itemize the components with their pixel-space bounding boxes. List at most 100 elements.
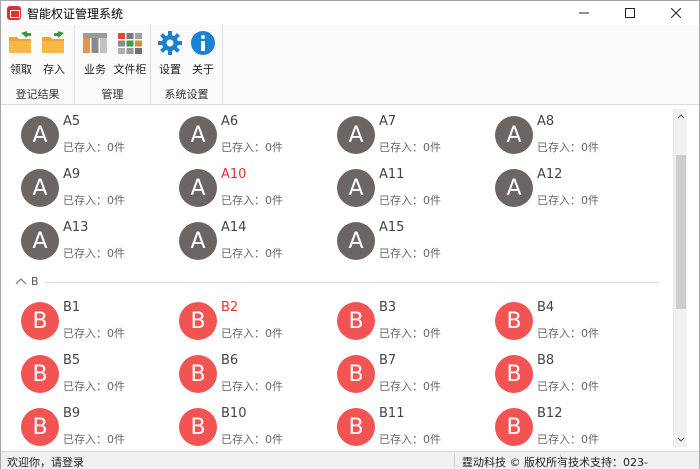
card-a5[interactable]: A A5 已存入：0件 (9, 109, 159, 157)
card-b8[interactable]: B B8 已存入：0件 (483, 348, 633, 396)
avatar: A (495, 116, 533, 154)
card-name: A9 (63, 167, 81, 182)
scroll-up-button[interactable] (674, 109, 688, 123)
content-panel: A A5 已存入：0件 A A6 已存入：0件 A A7 已存入：0件 A A8… (9, 109, 671, 447)
card-name: A13 (63, 220, 89, 235)
avatar: A (179, 116, 217, 154)
avatar: B (21, 302, 59, 340)
card-count: 已存入：0件 (379, 433, 441, 446)
close-icon (671, 8, 681, 18)
card-a14[interactable]: A A14 已存入：0件 (167, 215, 317, 263)
minimize-icon (579, 12, 589, 14)
folder-in-icon (40, 29, 68, 57)
card-count: 已存入：0件 (537, 141, 599, 154)
chevron-up-icon (677, 114, 685, 119)
close-button[interactable] (653, 1, 699, 25)
card-b7[interactable]: B B7 已存入：0件 (325, 348, 475, 396)
card-b12[interactable]: B B12 已存入：0件 (483, 401, 633, 447)
avatar: B (337, 408, 375, 446)
card-count: 已存入：0件 (221, 194, 283, 207)
avatar: A (337, 169, 375, 207)
deposit-label: 存入 (43, 63, 65, 76)
collect-label: 领取 (10, 63, 32, 76)
app-window: 智能权证管理系统 领取 存入 登记结果 业务 文件柜 管理 设置 关于 系统设置… (0, 0, 700, 469)
folder-out-icon (7, 29, 35, 57)
about-button[interactable]: 关于 (186, 29, 220, 77)
card-count: 已存入：0件 (63, 141, 125, 154)
avatar: A (179, 169, 217, 207)
card-count: 已存入：0件 (537, 380, 599, 393)
app-logo-icon (7, 6, 21, 20)
card-b11[interactable]: B B11 已存入：0件 (325, 401, 475, 447)
status-bar: 欢迎你，请登录 霆动科技 © 版权所有 技术支持：023-86581888 (1, 451, 699, 469)
scroll-down-button[interactable] (674, 433, 688, 447)
card-count: 已存入：0件 (379, 247, 441, 260)
card-b4[interactable]: B B4 已存入：0件 (483, 295, 633, 343)
avatar: A (21, 116, 59, 154)
business-button[interactable]: 业务 (78, 29, 112, 77)
card-b1[interactable]: B B1 已存入：0件 (9, 295, 159, 343)
card-b5[interactable]: B B5 已存入：0件 (9, 348, 159, 396)
card-b3[interactable]: B B3 已存入：0件 (325, 295, 475, 343)
card-a10[interactable]: A A10 已存入：0件 (167, 162, 317, 210)
login-status[interactable]: 欢迎你，请登录 (7, 454, 84, 469)
card-count: 已存入：0件 (379, 327, 441, 340)
card-count: 已存入：0件 (537, 194, 599, 207)
card-b2[interactable]: B B2 已存入：0件 (167, 295, 317, 343)
vertical-scrollbar[interactable] (673, 109, 687, 447)
card-name: A10 (221, 167, 247, 182)
card-a13[interactable]: A A13 已存入：0件 (9, 215, 159, 263)
maximize-icon (625, 8, 635, 18)
card-name: B10 (221, 406, 247, 421)
card-b6[interactable]: B B6 已存入：0件 (167, 348, 317, 396)
card-a7[interactable]: A A7 已存入：0件 (325, 109, 475, 157)
settings-button[interactable]: 设置 (153, 29, 187, 77)
scroll-thumb[interactable] (676, 155, 686, 309)
cabinet-button[interactable]: 文件柜 (113, 29, 147, 77)
avatar: B (337, 355, 375, 393)
ribbon-toolbar: 领取 存入 登记结果 业务 文件柜 管理 设置 关于 系统设置 (1, 25, 699, 105)
avatar: A (179, 222, 217, 260)
card-a15[interactable]: A A15 已存入：0件 (325, 215, 475, 263)
card-name: B2 (221, 300, 239, 315)
card-count: 已存入：0件 (63, 327, 125, 340)
card-a11[interactable]: A A11 已存入：0件 (325, 162, 475, 210)
avatar: B (21, 408, 59, 446)
card-name: B6 (221, 353, 239, 368)
card-name: B8 (537, 353, 555, 368)
card-a9[interactable]: A A9 已存入：0件 (9, 162, 159, 210)
card-a12[interactable]: A A12 已存入：0件 (483, 162, 633, 210)
card-name: A7 (379, 114, 397, 129)
card-count: 已存入：0件 (537, 327, 599, 340)
group-label-register: 登记结果 (15, 88, 60, 101)
card-b10[interactable]: B B10 已存入：0件 (167, 401, 317, 447)
avatar: A (337, 116, 375, 154)
avatar: B (179, 355, 217, 393)
section-header-b[interactable]: B (13, 275, 659, 289)
card-b9[interactable]: B B9 已存入：0件 (9, 401, 159, 447)
cabinet-label: 文件柜 (113, 63, 147, 76)
avatar: A (337, 222, 375, 260)
card-name: B9 (63, 406, 81, 421)
card-name: B4 (537, 300, 555, 315)
card-count: 已存入：0件 (379, 194, 441, 207)
minimize-button[interactable] (561, 1, 607, 25)
status-separator (454, 454, 455, 467)
group-label-settings: 系统设置 (164, 88, 209, 101)
avatar: B (495, 355, 533, 393)
avatar: B (21, 355, 59, 393)
card-name: B7 (379, 353, 397, 368)
deposit-button[interactable]: 存入 (37, 29, 71, 77)
card-a8[interactable]: A A8 已存入：0件 (483, 109, 633, 157)
ribbon-group-register: 领取 存入 登记结果 (1, 25, 75, 105)
card-name: A6 (221, 114, 239, 129)
collect-button[interactable]: 领取 (4, 29, 38, 77)
window-title: 智能权证管理系统 (27, 6, 124, 21)
avatar: A (495, 169, 533, 207)
maximize-button[interactable] (607, 1, 653, 25)
card-count: 已存入：0件 (63, 247, 125, 260)
card-name: B11 (379, 406, 405, 421)
card-a6[interactable]: A A6 已存入：0件 (167, 109, 317, 157)
status-separator (560, 454, 561, 467)
card-name: A11 (379, 167, 405, 182)
